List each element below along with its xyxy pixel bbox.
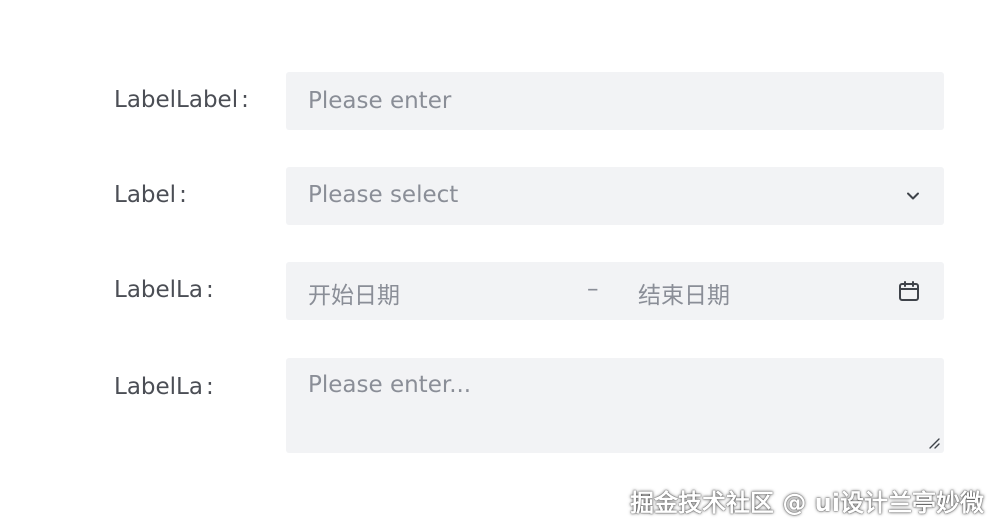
- date-range-picker[interactable]: 开始日期 – 结束日期: [286, 262, 944, 320]
- text-input[interactable]: [286, 72, 944, 130]
- form-page: LabelLabel: Label: Please select LabelLa…: [0, 0, 1000, 532]
- end-date-input[interactable]: 结束日期: [638, 276, 730, 310]
- label-colon: :: [179, 182, 187, 208]
- field-label: LabelLabel:: [114, 87, 249, 113]
- label-colon: :: [205, 277, 214, 303]
- text-input-field[interactable]: [286, 72, 944, 130]
- calendar-icon[interactable]: [897, 279, 921, 303]
- textarea[interactable]: Please enter...: [286, 358, 944, 453]
- textarea-placeholder: Please enter...: [308, 372, 472, 398]
- field-label: Label:: [114, 182, 187, 208]
- field-label: LabelLa:: [114, 374, 214, 400]
- field-label-text: LabelLa: [114, 277, 203, 303]
- label-colon: :: [205, 374, 214, 400]
- field-label-text: Label: [114, 182, 177, 208]
- select-placeholder: Please select: [308, 182, 459, 208]
- watermark: 掘金技术社区 @ ui设计兰亭妙微: [629, 489, 984, 517]
- field-label: LabelLa:: [114, 277, 214, 303]
- select-dropdown[interactable]: Please select: [286, 167, 944, 225]
- resize-handle-icon[interactable]: [927, 436, 941, 450]
- chevron-down-icon[interactable]: [904, 187, 922, 205]
- date-range-separator: –: [587, 276, 599, 302]
- start-date-input[interactable]: 开始日期: [308, 276, 400, 310]
- field-label-text: LabelLabel: [114, 87, 239, 113]
- field-label-text: LabelLa: [114, 374, 203, 400]
- label-colon: :: [241, 87, 249, 113]
